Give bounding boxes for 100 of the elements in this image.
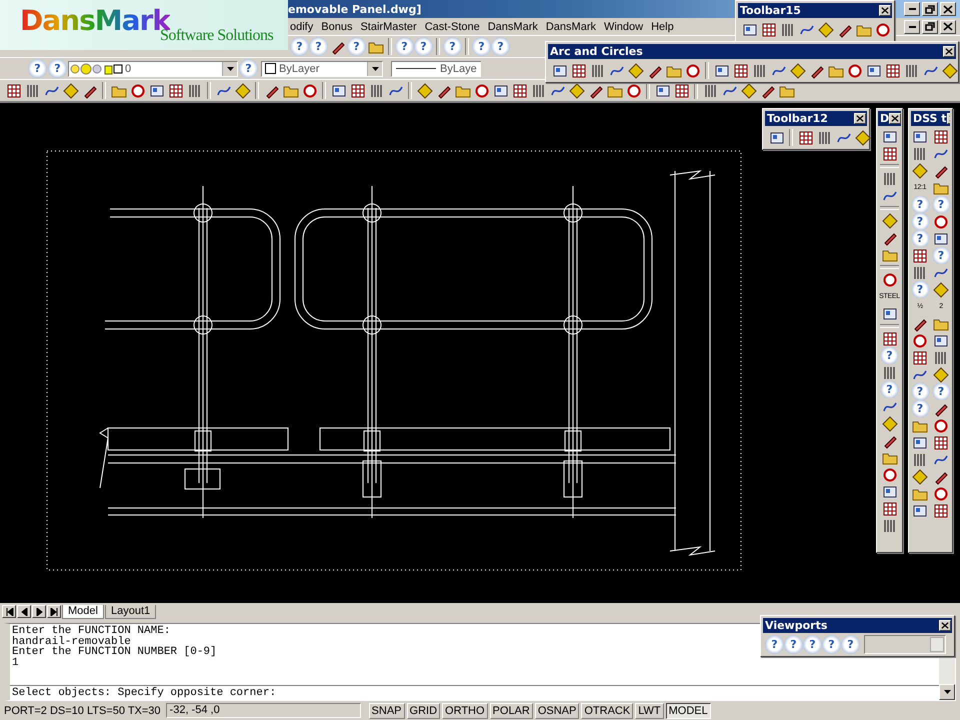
command-prompt[interactable]: Select objects: Specify opposite corner:	[10, 685, 939, 700]
close-icon	[945, 48, 953, 55]
minimize-button[interactable]	[904, 2, 920, 16]
close-button[interactable]	[940, 20, 956, 34]
status-toggle[interactable]: SNAP	[368, 702, 405, 718]
help-button[interactable]: ?	[491, 37, 510, 56]
toolbar-button[interactable]	[567, 81, 586, 100]
help-button[interactable]: ?	[841, 635, 860, 654]
toolbar-button[interactable]	[932, 128, 950, 145]
help-button[interactable]: ?	[765, 635, 784, 654]
toolbar-button[interactable]	[910, 332, 930, 349]
close-button[interactable]	[879, 5, 891, 16]
toolbar-button[interactable]	[910, 162, 930, 179]
close-button[interactable]	[940, 2, 956, 16]
toolbar-button[interactable]	[932, 417, 950, 434]
toolbar-button[interactable]	[816, 20, 835, 39]
toolbar-button[interactable]	[910, 349, 930, 366]
toolbar-button[interactable]	[910, 468, 930, 485]
help-button[interactable]: ?	[822, 635, 841, 654]
help-button[interactable]: ?	[443, 37, 462, 56]
toolbar-button[interactable]	[61, 81, 80, 100]
help-button[interactable]: ?	[239, 59, 258, 78]
help-button[interactable]: ?	[414, 37, 433, 56]
help-button[interactable]: ?	[395, 37, 414, 56]
help-button[interactable]: ?	[309, 37, 328, 56]
menu-item[interactable]: Cast-Stone	[420, 20, 484, 32]
layout-tab[interactable]: Model	[62, 604, 104, 618]
toolbar-button[interactable]	[788, 61, 807, 80]
toolbar-button[interactable]	[626, 61, 645, 80]
toolbar-button[interactable]	[932, 213, 950, 230]
status-toggle[interactable]: POLAR	[490, 702, 533, 718]
square-icon	[768, 130, 784, 146]
menu-item[interactable]: StairMaster	[356, 20, 421, 32]
color-dropdown[interactable]: ByLayer	[261, 60, 383, 76]
status-toggle[interactable]: LWT	[635, 702, 664, 718]
help-button[interactable]: ?	[910, 383, 930, 400]
restore-button[interactable]	[922, 20, 938, 34]
menu-item[interactable]: DansMark	[542, 20, 600, 32]
help-button[interactable]: ?	[880, 347, 899, 364]
status-toggle[interactable]: MODEL	[666, 702, 711, 718]
next-tab-button[interactable]	[32, 605, 46, 618]
help-button[interactable]: ?	[803, 635, 822, 654]
scroll-down-button[interactable]	[939, 684, 955, 700]
menu-item[interactable]: DansMark	[484, 20, 542, 32]
help-button[interactable]: ?	[932, 383, 950, 400]
restore-button[interactable]	[922, 2, 938, 16]
menu-item[interactable]: Window	[600, 20, 648, 32]
status-toggle[interactable]: ORTHO	[442, 702, 488, 718]
previous-tab-button[interactable]	[17, 605, 31, 618]
minimize-button[interactable]	[904, 20, 920, 34]
close-button[interactable]	[943, 46, 955, 57]
status-toggle[interactable]: OSNAP	[534, 702, 580, 718]
toolbar-button[interactable]	[739, 81, 758, 100]
menu-item[interactable]: odify	[286, 20, 318, 32]
last-tab-button[interactable]	[47, 605, 61, 618]
toolbar-button[interactable]	[415, 81, 434, 100]
status-toggle[interactable]: GRID	[406, 702, 440, 718]
help-button[interactable]: ?	[28, 59, 47, 78]
help-button[interactable]: ?	[880, 381, 899, 398]
close-button[interactable]	[939, 620, 951, 631]
toolbar-button[interactable]	[880, 212, 899, 229]
viewport-dropdown[interactable]	[864, 635, 946, 654]
toolbar-button[interactable]	[932, 366, 950, 383]
help-button[interactable]: ?	[347, 37, 366, 56]
layer-dropdown[interactable]: 0	[68, 60, 238, 76]
grid-icon	[350, 82, 366, 98]
help-button[interactable]: ?	[910, 196, 930, 213]
layout-tab[interactable]: Layout1	[104, 604, 156, 618]
last-arrow-icon	[50, 608, 58, 616]
diamond-icon	[912, 468, 928, 484]
layer-name: 0	[124, 62, 132, 74]
first-tab-button[interactable]	[2, 605, 16, 618]
linetype-dropdown[interactable]: ByLaye	[391, 60, 481, 76]
help-button[interactable]: ?	[910, 281, 930, 298]
menu-item[interactable]: Help	[647, 20, 678, 32]
help-button[interactable]: ?	[290, 37, 309, 56]
help-button[interactable]: ?	[910, 213, 930, 230]
help-button[interactable]: ?	[932, 247, 950, 264]
help-button[interactable]: ?	[910, 230, 930, 247]
status-toggle[interactable]: OTRACK	[581, 702, 634, 718]
bars-icon	[933, 350, 949, 366]
toolbar-button[interactable]	[932, 434, 950, 451]
system-variables: PORT=2 DS=10 LTS=50 TX=30	[4, 704, 161, 716]
help-button[interactable]: ?	[932, 196, 950, 213]
help-button[interactable]: ?	[910, 400, 930, 417]
toolbar-button[interactable]	[233, 81, 252, 100]
close-button[interactable]	[854, 113, 866, 124]
help-button[interactable]: ?	[472, 37, 491, 56]
bars-icon	[882, 364, 898, 380]
toolbar-button[interactable]	[932, 281, 950, 298]
help-button[interactable]: ?	[784, 635, 803, 654]
close-button[interactable]	[889, 113, 901, 124]
toolbar-button[interactable]	[932, 485, 950, 502]
toolbar-button[interactable]	[940, 61, 959, 80]
help-button[interactable]: ?	[48, 59, 67, 78]
menu-item[interactable]: Bonus	[317, 20, 356, 32]
toolbar-button[interactable]	[880, 415, 899, 432]
toolbar-button[interactable]	[853, 128, 872, 147]
toolbar-button[interactable]	[932, 502, 950, 519]
toolbar-button[interactable]	[910, 247, 930, 264]
